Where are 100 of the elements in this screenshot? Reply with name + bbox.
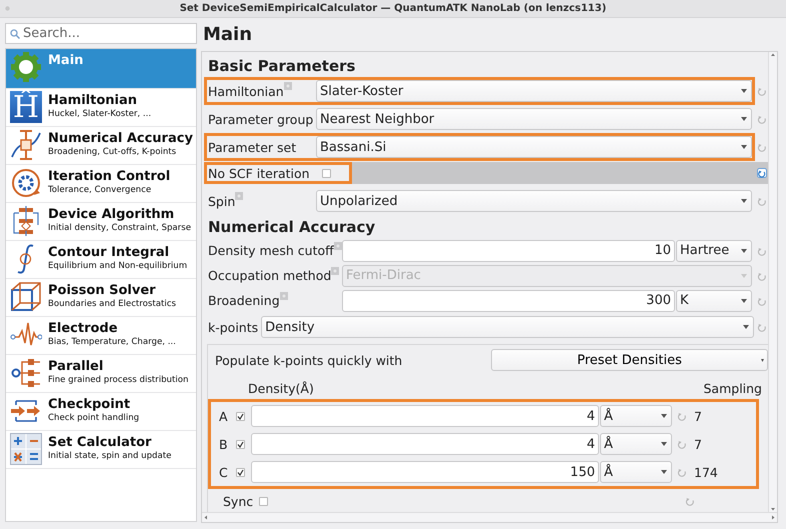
item-subtitle: Tolerance, Convergence [48, 185, 152, 195]
sidebar-item[interactable]: Poisson Solver Boundaries and Electrostatics [6, 279, 196, 317]
caret-icon [661, 414, 667, 418]
calculator-icon [10, 433, 42, 465]
letter-tile-icon: Ĥ [10, 91, 42, 123]
item-subtitle: Initial density, Constraint, Sparse [48, 223, 191, 233]
gear-icon [10, 51, 42, 83]
field-label: k-points [208, 320, 258, 334]
checkbox[interactable] [236, 468, 245, 476]
caret-icon [741, 248, 747, 252]
caret-icon [743, 325, 749, 329]
item-title: Numerical Accuracy [48, 131, 193, 146]
axis-label: C [218, 464, 229, 480]
item-title: Checkpoint [48, 397, 132, 412]
cycle-gear-icon [10, 167, 42, 199]
item-title: Main [48, 53, 84, 68]
bar-and-curve-icon [10, 129, 42, 161]
field-label: Occupation method [208, 268, 332, 283]
sampling-value: 7 [694, 436, 703, 452]
unit-dropdown[interactable]: Å [600, 433, 672, 455]
item-title: Parallel [48, 359, 104, 374]
page-title: Main [202, 23, 254, 47]
item-title: Poisson Solver [48, 283, 157, 298]
preset-densities-button[interactable]: Preset Densities [491, 349, 768, 371]
field-label: Hamiltonian [208, 84, 284, 98]
item-subtitle: Broadening, Cut-offs, K-points [48, 147, 178, 157]
checkbox[interactable] [322, 168, 331, 178]
dropdown[interactable]: Unpolarized [316, 190, 752, 212]
sampling-value: 174 [694, 464, 719, 480]
vertical-scrollbar[interactable] [768, 52, 777, 512]
field-label: Parameter group [208, 112, 314, 126]
reset-icon[interactable] [757, 168, 767, 178]
field-label: Density mesh cutoff [208, 243, 334, 258]
item-subtitle: Huckel, Slater-Koster, ... [48, 109, 152, 119]
caret-icon [741, 89, 747, 93]
sidebar-item[interactable]: Main [6, 49, 196, 89]
caret-icon [741, 199, 747, 203]
section-heading: Basic Parameters [207, 56, 356, 77]
caret-icon [741, 145, 747, 149]
caret-icon [761, 359, 764, 362]
item-subtitle: Equilibrium and Non-equilibrium [48, 261, 188, 271]
window-menu-icon[interactable] [5, 6, 10, 11]
column-header: Density(Å) [248, 380, 314, 396]
check-icon [237, 412, 244, 420]
dropdown[interactable]: Density [261, 316, 754, 338]
sidebar-item[interactable]: Ĥ Hamiltonian Huckel, Slater-Koster, ... [6, 89, 196, 127]
search-field[interactable]: Search... [5, 23, 197, 44]
sidebar-item[interactable]: Set Calculator Initial state, spin and update [6, 431, 196, 469]
dropdown[interactable]: Bassani.Si [316, 136, 752, 158]
axis-label: B [218, 436, 229, 452]
sidebar-item[interactable]: Numerical Accuracy Broadening, Cut-offs, K-points [6, 127, 196, 165]
check-icon [237, 440, 244, 448]
checkbox[interactable] [236, 412, 245, 420]
item-title: Iteration Control [48, 169, 170, 184]
item-title: Electrode [48, 321, 119, 336]
unit-dropdown[interactable]: Å [600, 461, 672, 483]
dropdown[interactable]: Slater-Koster [316, 80, 752, 102]
check-icon [237, 468, 244, 476]
number-field[interactable]: 10 [342, 240, 675, 262]
number-field[interactable]: 4 [251, 433, 599, 455]
scroll-right-icon [769, 513, 777, 522]
field-label: Broadening [208, 293, 280, 308]
window-title: Set DeviceSemiEmpiricalCalculator — QuantumATK NanoLab (on lenzcs113) [180, 3, 606, 14]
axis-label: A [218, 408, 229, 424]
horizontal-scrollbar[interactable] [202, 512, 777, 522]
item-title: Contour Integral [48, 245, 170, 260]
scroll-up-icon [769, 52, 777, 58]
cube-icon [10, 281, 42, 313]
item-subtitle: Boundaries and Electrostatics [48, 299, 176, 309]
sampling-value: 7 [694, 408, 703, 424]
item-subtitle: Bias, Temperature, Charge, ... [48, 337, 176, 347]
caret-icon [741, 274, 747, 278]
dropdown[interactable]: Nearest Neighbor [316, 108, 752, 130]
section-heading: Numerical Accuracy [207, 217, 376, 238]
field-label: No SCF iteration [208, 166, 310, 180]
number-field[interactable]: 4 [251, 405, 599, 427]
populate-label: Populate k-points quickly with [215, 352, 402, 368]
sidebar-item[interactable]: Device Algorithm Initial density, Constraint, Sparse [6, 203, 196, 241]
unit-dropdown[interactable]: K [676, 290, 752, 312]
search-icon [10, 29, 20, 39]
sync-label: Sync [223, 494, 254, 508]
item-subtitle: Initial state, spin and update [48, 451, 172, 461]
caret-icon [661, 442, 667, 446]
branch-icon [10, 357, 42, 389]
unit-dropdown[interactable]: Å [600, 405, 672, 427]
unit-dropdown[interactable]: Hartree [676, 240, 752, 262]
scroll-left-icon [202, 513, 210, 522]
field-label: Parameter set [208, 140, 296, 154]
checkbox[interactable] [236, 440, 245, 448]
number-field[interactable]: 300 [342, 290, 675, 312]
number-field[interactable]: 150 [251, 461, 599, 483]
item-subtitle: Check point handling [48, 413, 140, 423]
caret-icon [741, 298, 747, 302]
caret-icon [741, 117, 747, 121]
checkbox[interactable] [259, 496, 268, 506]
item-title: Set Calculator [48, 435, 152, 450]
item-title: Device Algorithm [48, 207, 176, 222]
column-header: Sampling [703, 380, 762, 396]
caret-icon [661, 470, 667, 474]
field-label: Spin [208, 194, 236, 208]
